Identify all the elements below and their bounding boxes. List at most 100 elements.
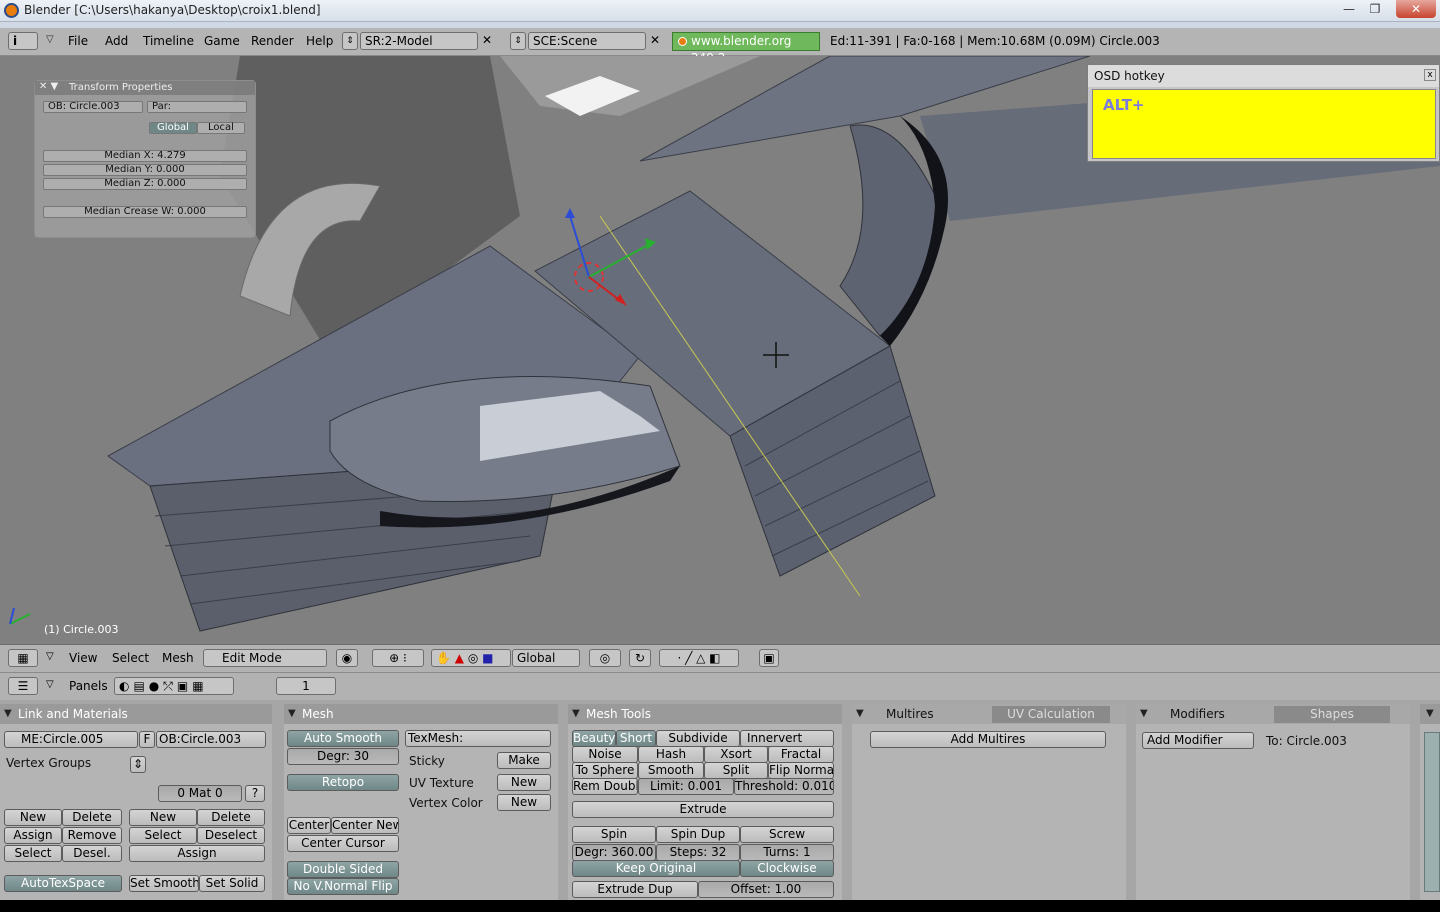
parent-field[interactable]: Par:: [147, 101, 247, 113]
editor-type-grid-icon[interactable]: ▦: [8, 649, 38, 667]
median-x-field[interactable]: Median X: 4.279: [43, 150, 247, 162]
screen-delete-icon[interactable]: ✕: [482, 33, 492, 47]
extrude-dup-button[interactable]: Extrude Dup: [572, 881, 698, 898]
spin-degree-field[interactable]: Degr: 360.00: [572, 844, 656, 861]
scene-selector[interactable]: SCE:Scene: [528, 32, 646, 50]
menu-render[interactable]: Render: [251, 34, 294, 48]
median-crease-field[interactable]: Median Crease W: 0.000: [43, 206, 247, 218]
vgroup-assign-button[interactable]: Assign: [4, 827, 62, 844]
no-vnormal-flip-toggle[interactable]: No V.Normal Flip: [287, 878, 399, 895]
steps-field[interactable]: Steps: 32: [656, 844, 740, 861]
vgroup-delete-button[interactable]: Delete: [62, 809, 122, 826]
turns-field[interactable]: Turns: 1: [740, 844, 834, 861]
frame-counter[interactable]: 1: [276, 677, 336, 695]
draw-type-icon[interactable]: ◉: [336, 649, 358, 667]
proportional-edit-icon[interactable]: ◎: [589, 649, 621, 667]
autotexspace-toggle[interactable]: AutoTexSpace: [4, 875, 122, 892]
sticky-make-button[interactable]: Make: [497, 752, 551, 769]
editor-type-buttons-icon[interactable]: ☰: [8, 677, 38, 695]
limit-field[interactable]: Limit: 0.001: [638, 778, 734, 795]
modifiers-tab[interactable]: Modifiers: [1170, 707, 1225, 721]
add-multires-button[interactable]: Add Multires: [870, 731, 1106, 748]
noise-button[interactable]: Noise: [572, 746, 638, 763]
shapes-tab[interactable]: Shapes: [1274, 706, 1390, 723]
local-toggle[interactable]: Local: [197, 122, 245, 134]
double-sided-toggle[interactable]: Double Sided: [287, 861, 399, 878]
material-delete-button[interactable]: Delete: [197, 809, 265, 826]
object-name-link-field[interactable]: OB:Circle.003: [156, 731, 266, 748]
snap-icon[interactable]: ↻: [629, 649, 651, 667]
mode-selector[interactable]: Edit Mode: [203, 649, 327, 667]
vertex-color-new-button[interactable]: New: [497, 794, 551, 811]
hash-button[interactable]: Hash: [638, 746, 704, 763]
short-toggle[interactable]: Short: [616, 730, 656, 747]
partial-panel-controls[interactable]: [1424, 732, 1440, 892]
material-select-button[interactable]: Select: [129, 827, 197, 844]
pivot-point-icon[interactable]: ⊕ ⁝: [372, 649, 424, 667]
vgroup-deselect-button[interactable]: Desel.: [62, 845, 122, 862]
innervert-selector[interactable]: Innervert: [740, 730, 834, 747]
smooth-button[interactable]: Smooth: [638, 762, 704, 779]
split-button[interactable]: Split: [704, 762, 768, 779]
vgroup-select-button[interactable]: Select: [4, 845, 62, 862]
screen-browse-icon[interactable]: ⇕: [342, 32, 358, 50]
extrude-button[interactable]: Extrude: [572, 801, 834, 818]
set-solid-button[interactable]: Set Solid: [199, 875, 265, 892]
render-view-icon[interactable]: ▣: [759, 649, 779, 667]
threshold-field[interactable]: Threshold: 0.010: [734, 778, 834, 795]
menu-help[interactable]: Help: [306, 34, 333, 48]
remove-doubles-button[interactable]: Rem Doubl: [572, 778, 638, 795]
select-mode-icons[interactable]: · ╱ △ ◧: [659, 649, 739, 667]
to-sphere-button[interactable]: To Sphere: [572, 762, 638, 779]
screen-selector[interactable]: SR:2-Model: [360, 32, 478, 50]
osd-close-button[interactable]: x: [1424, 69, 1436, 81]
material-assign-button[interactable]: Assign: [129, 845, 265, 862]
vgroup-remove-button[interactable]: Remove: [62, 827, 122, 844]
object-name-field[interactable]: OB: Circle.003: [43, 101, 143, 113]
close-window-button[interactable]: ✕: [1396, 0, 1436, 18]
orientation-selector[interactable]: Global: [512, 649, 580, 667]
median-y-field[interactable]: Median Y: 0.000: [43, 164, 247, 176]
menu-mesh[interactable]: Mesh: [162, 651, 194, 665]
manipulator-icons[interactable]: ✋ ▲ ◎ ■: [431, 649, 511, 667]
flip-normal-button[interactable]: Flip Normal: [768, 762, 834, 779]
center-button[interactable]: Center: [287, 817, 331, 834]
material-deselect-button[interactable]: Deselect: [197, 827, 265, 844]
context-tab-icons[interactable]: ◐▤●⤱▣▦: [114, 677, 234, 695]
texmesh-field[interactable]: TexMesh:: [405, 730, 551, 747]
spin-dup-button[interactable]: Spin Dup: [656, 826, 740, 843]
collapse-menu-icon[interactable]: ▽: [46, 651, 54, 662]
center-cursor-button[interactable]: Center Cursor: [287, 835, 399, 852]
add-modifier-button[interactable]: Add Modifier: [1142, 732, 1254, 749]
global-toggle[interactable]: Global: [149, 122, 197, 134]
median-z-field[interactable]: Median Z: 0.000: [43, 178, 247, 190]
center-new-button[interactable]: Center New: [331, 817, 399, 834]
minimize-button[interactable]: —: [1336, 1, 1362, 18]
scene-delete-icon[interactable]: ✕: [650, 33, 660, 47]
screw-button[interactable]: Screw: [740, 826, 834, 843]
vgroup-new-button[interactable]: New: [4, 809, 62, 826]
spin-button[interactable]: Spin: [572, 826, 656, 843]
scene-browse-icon[interactable]: ⇕: [510, 32, 526, 50]
material-help-button[interactable]: ?: [245, 785, 265, 802]
xsort-button[interactable]: Xsort: [704, 746, 768, 763]
subdivide-button[interactable]: Subdivide: [656, 730, 740, 747]
maximize-button[interactable]: ❐: [1362, 1, 1388, 18]
menu-panels[interactable]: Panels: [69, 679, 108, 693]
collapse-menu-icon[interactable]: ▽: [46, 679, 54, 690]
uv-texture-new-button[interactable]: New: [497, 774, 551, 791]
offset-field[interactable]: Offset: 1.00: [698, 881, 834, 898]
transform-panel-close-icon[interactable]: ✕ ▼: [39, 81, 58, 92]
menu-file[interactable]: File: [68, 34, 88, 48]
menu-select[interactable]: Select: [112, 651, 149, 665]
menu-game[interactable]: Game: [204, 34, 240, 48]
menu-view[interactable]: View: [69, 651, 97, 665]
vertex-group-browse-icon[interactable]: ⇕: [130, 756, 146, 773]
material-index-field[interactable]: 0 Mat 0: [158, 785, 242, 802]
menu-add[interactable]: Add: [105, 34, 128, 48]
mesh-name-field[interactable]: ME:Circle.005: [4, 731, 138, 748]
menu-timeline[interactable]: Timeline: [143, 34, 194, 48]
info-window-icon[interactable]: i: [8, 32, 38, 50]
website-link[interactable]: www.blender.org 249.2: [672, 32, 820, 65]
auto-smooth-degree-field[interactable]: Degr: 30: [287, 748, 399, 765]
